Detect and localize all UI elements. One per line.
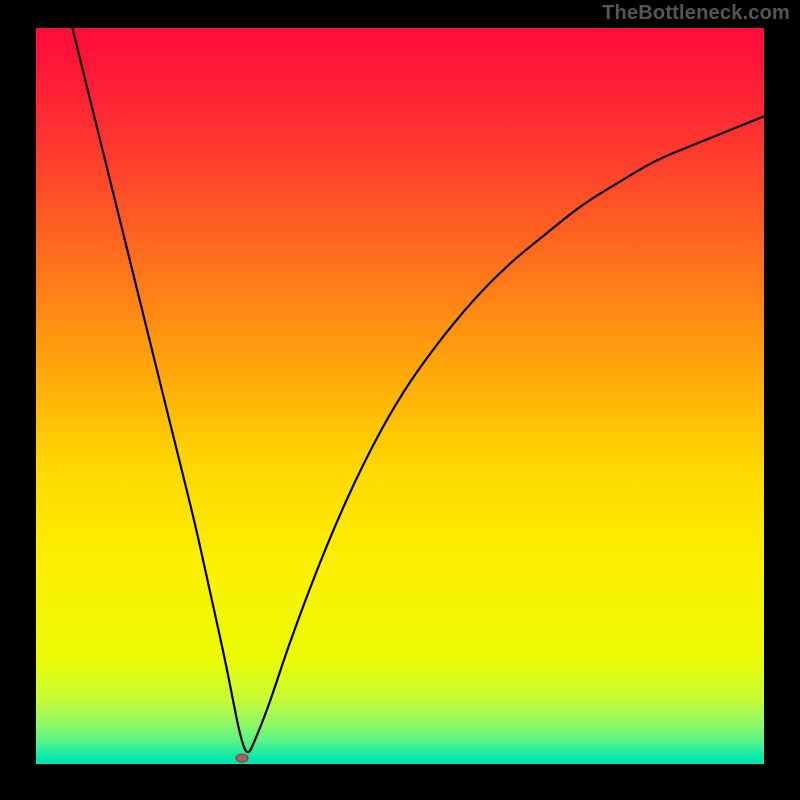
plot-area <box>36 28 764 764</box>
curve-path <box>72 28 764 752</box>
watermark-text: TheBottleneck.com <box>602 2 790 25</box>
minimum-marker <box>236 754 248 762</box>
chart-frame: TheBottleneck.com <box>0 0 800 800</box>
bottleneck-curve <box>36 28 764 764</box>
